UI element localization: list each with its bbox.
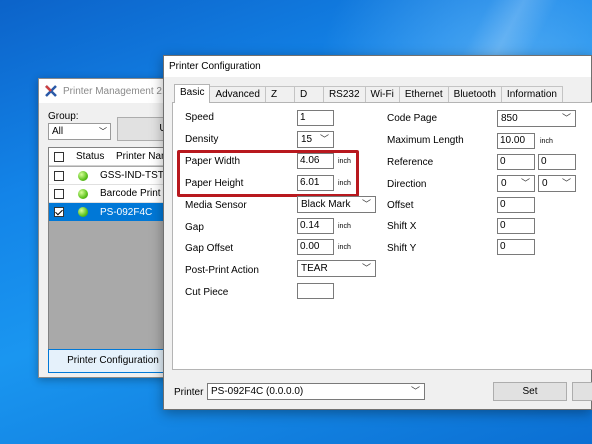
status-bulb-icon: [78, 188, 88, 199]
printer-row[interactable]: GSS-IND-TST: [49, 167, 178, 185]
density-label: Density: [185, 134, 219, 145]
chevron-down-icon: ﹀: [561, 113, 571, 123]
post-print-action-value: TEAR: [301, 263, 328, 274]
gap-unit: inch: [338, 223, 351, 230]
density-value: 15: [301, 134, 313, 145]
config-tabs: Basic Advanced Z D RS232 Wi-Fi Ethernet …: [174, 84, 563, 103]
maximum-length-input[interactable]: 10.00: [497, 133, 535, 149]
post-print-action-select[interactable]: TEAR ﹀: [297, 260, 376, 277]
code-page-label: Code Page: [387, 113, 438, 124]
offset-input[interactable]: 0: [497, 197, 535, 213]
tab-d[interactable]: D: [293, 86, 324, 102]
tab-wifi[interactable]: Wi-Fi: [364, 86, 400, 102]
media-sensor-label: Media Sensor: [185, 200, 247, 211]
chevron-down-icon: ﹀: [561, 178, 571, 188]
status-bulb-icon: [78, 170, 88, 181]
post-print-action-label: Post-Print Action: [185, 265, 259, 276]
set-button[interactable]: Set: [493, 382, 567, 401]
printer-footer-select[interactable]: PS-092F4C (0.0.0.0) ﹀: [207, 383, 425, 400]
status-bulb-icon: [78, 207, 88, 217]
tab-information[interactable]: Information: [500, 86, 563, 102]
chevron-down-icon: ﹀: [520, 178, 530, 188]
printer-row-checkbox[interactable]: [54, 188, 64, 199]
chevron-down-icon: ﹀: [319, 134, 329, 144]
reference-x-input[interactable]: 0: [497, 154, 535, 170]
gap-offset-unit: inch: [338, 244, 351, 251]
gap-offset-label: Gap Offset: [185, 243, 234, 254]
printer-footer-label: Printer: [174, 387, 204, 398]
group-label: Group:: [48, 111, 79, 122]
group-select[interactable]: All ﹀: [48, 123, 111, 140]
maximum-length-label: Maximum Length: [387, 135, 464, 146]
code-page-value: 850: [501, 113, 518, 124]
paper-size-highlight-box: [177, 150, 359, 197]
gap-label: Gap: [185, 222, 204, 233]
gap-input[interactable]: 0.14: [297, 218, 334, 234]
printer-row-selected[interactable]: PS-092F4C: [49, 203, 178, 221]
app-logo-icon: [45, 85, 57, 97]
reference-y-input[interactable]: 0: [538, 154, 576, 170]
printer-name: Barcode Print: [100, 188, 161, 199]
printer-footer-value: PS-092F4C (0.0.0.0): [211, 386, 304, 397]
offset-label: Offset: [387, 200, 414, 211]
tab-z[interactable]: Z: [264, 86, 295, 102]
column-printer-name: Printer Nam: [116, 151, 170, 162]
chevron-down-icon: ﹀: [361, 199, 371, 209]
group-select-value: All: [52, 126, 64, 137]
speed-input[interactable]: 1: [297, 110, 334, 126]
printer-management-title: Printer Management 2.15: [63, 85, 176, 97]
printer-management-titlebar[interactable]: Printer Management 2.15: [39, 79, 177, 103]
density-select[interactable]: 15 ﹀: [297, 131, 334, 148]
direction-label: Direction: [387, 179, 427, 190]
secondary-button[interactable]: [572, 382, 592, 401]
maximum-length-unit: inch: [540, 138, 553, 145]
reference-label: Reference: [387, 157, 434, 168]
chevron-down-icon: ﹀: [361, 263, 371, 273]
tab-ethernet[interactable]: Ethernet: [398, 86, 449, 102]
printer-name: PS-092F4C: [100, 206, 153, 218]
printer-management-window: Printer Management 2.15 Group: All ﹀ U S…: [38, 78, 179, 378]
gap-offset-input[interactable]: 0.00: [297, 239, 334, 255]
printer-name: GSS-IND-TST: [100, 170, 164, 181]
shift-y-input[interactable]: 0: [497, 239, 535, 255]
speed-label: Speed: [185, 112, 214, 123]
tab-advanced[interactable]: Advanced: [209, 86, 266, 102]
direction-a-value: 0: [501, 178, 507, 189]
printer-configuration-title[interactable]: Printer Configuration: [164, 56, 591, 77]
direction-select-b[interactable]: 0 ﹀: [538, 175, 576, 192]
printer-list-header: Status Printer Nam: [49, 148, 178, 166]
printer-row[interactable]: Barcode Print: [49, 185, 178, 203]
chevron-down-icon: ﹀: [410, 386, 420, 396]
shift-x-input[interactable]: 0: [497, 218, 535, 234]
printer-row-checkbox[interactable]: [54, 207, 64, 217]
printer-list: Status Printer Nam GSS-IND-TST Barcode P…: [48, 147, 179, 359]
media-sensor-select[interactable]: Black Mark ﹀: [297, 196, 376, 213]
shift-x-label: Shift X: [387, 221, 417, 232]
cut-piece-input[interactable]: [297, 283, 334, 299]
chevron-down-icon: ﹀: [99, 127, 107, 136]
tab-basic[interactable]: Basic: [174, 84, 211, 103]
column-status: Status: [76, 151, 105, 162]
printer-configuration-button[interactable]: Printer Configuration: [48, 349, 178, 373]
shift-y-label: Shift Y: [387, 243, 417, 254]
select-all-checkbox[interactable]: [54, 151, 64, 162]
tab-bluetooth[interactable]: Bluetooth: [447, 86, 502, 102]
direction-b-value: 0: [542, 178, 548, 189]
cut-piece-label: Cut Piece: [185, 287, 229, 298]
media-sensor-value: Black Mark: [301, 199, 351, 210]
code-page-select[interactable]: 850 ﹀: [497, 110, 576, 127]
printer-row-checkbox[interactable]: [54, 170, 64, 181]
direction-select-a[interactable]: 0 ﹀: [497, 175, 535, 192]
tab-rs232[interactable]: RS232: [322, 86, 366, 102]
